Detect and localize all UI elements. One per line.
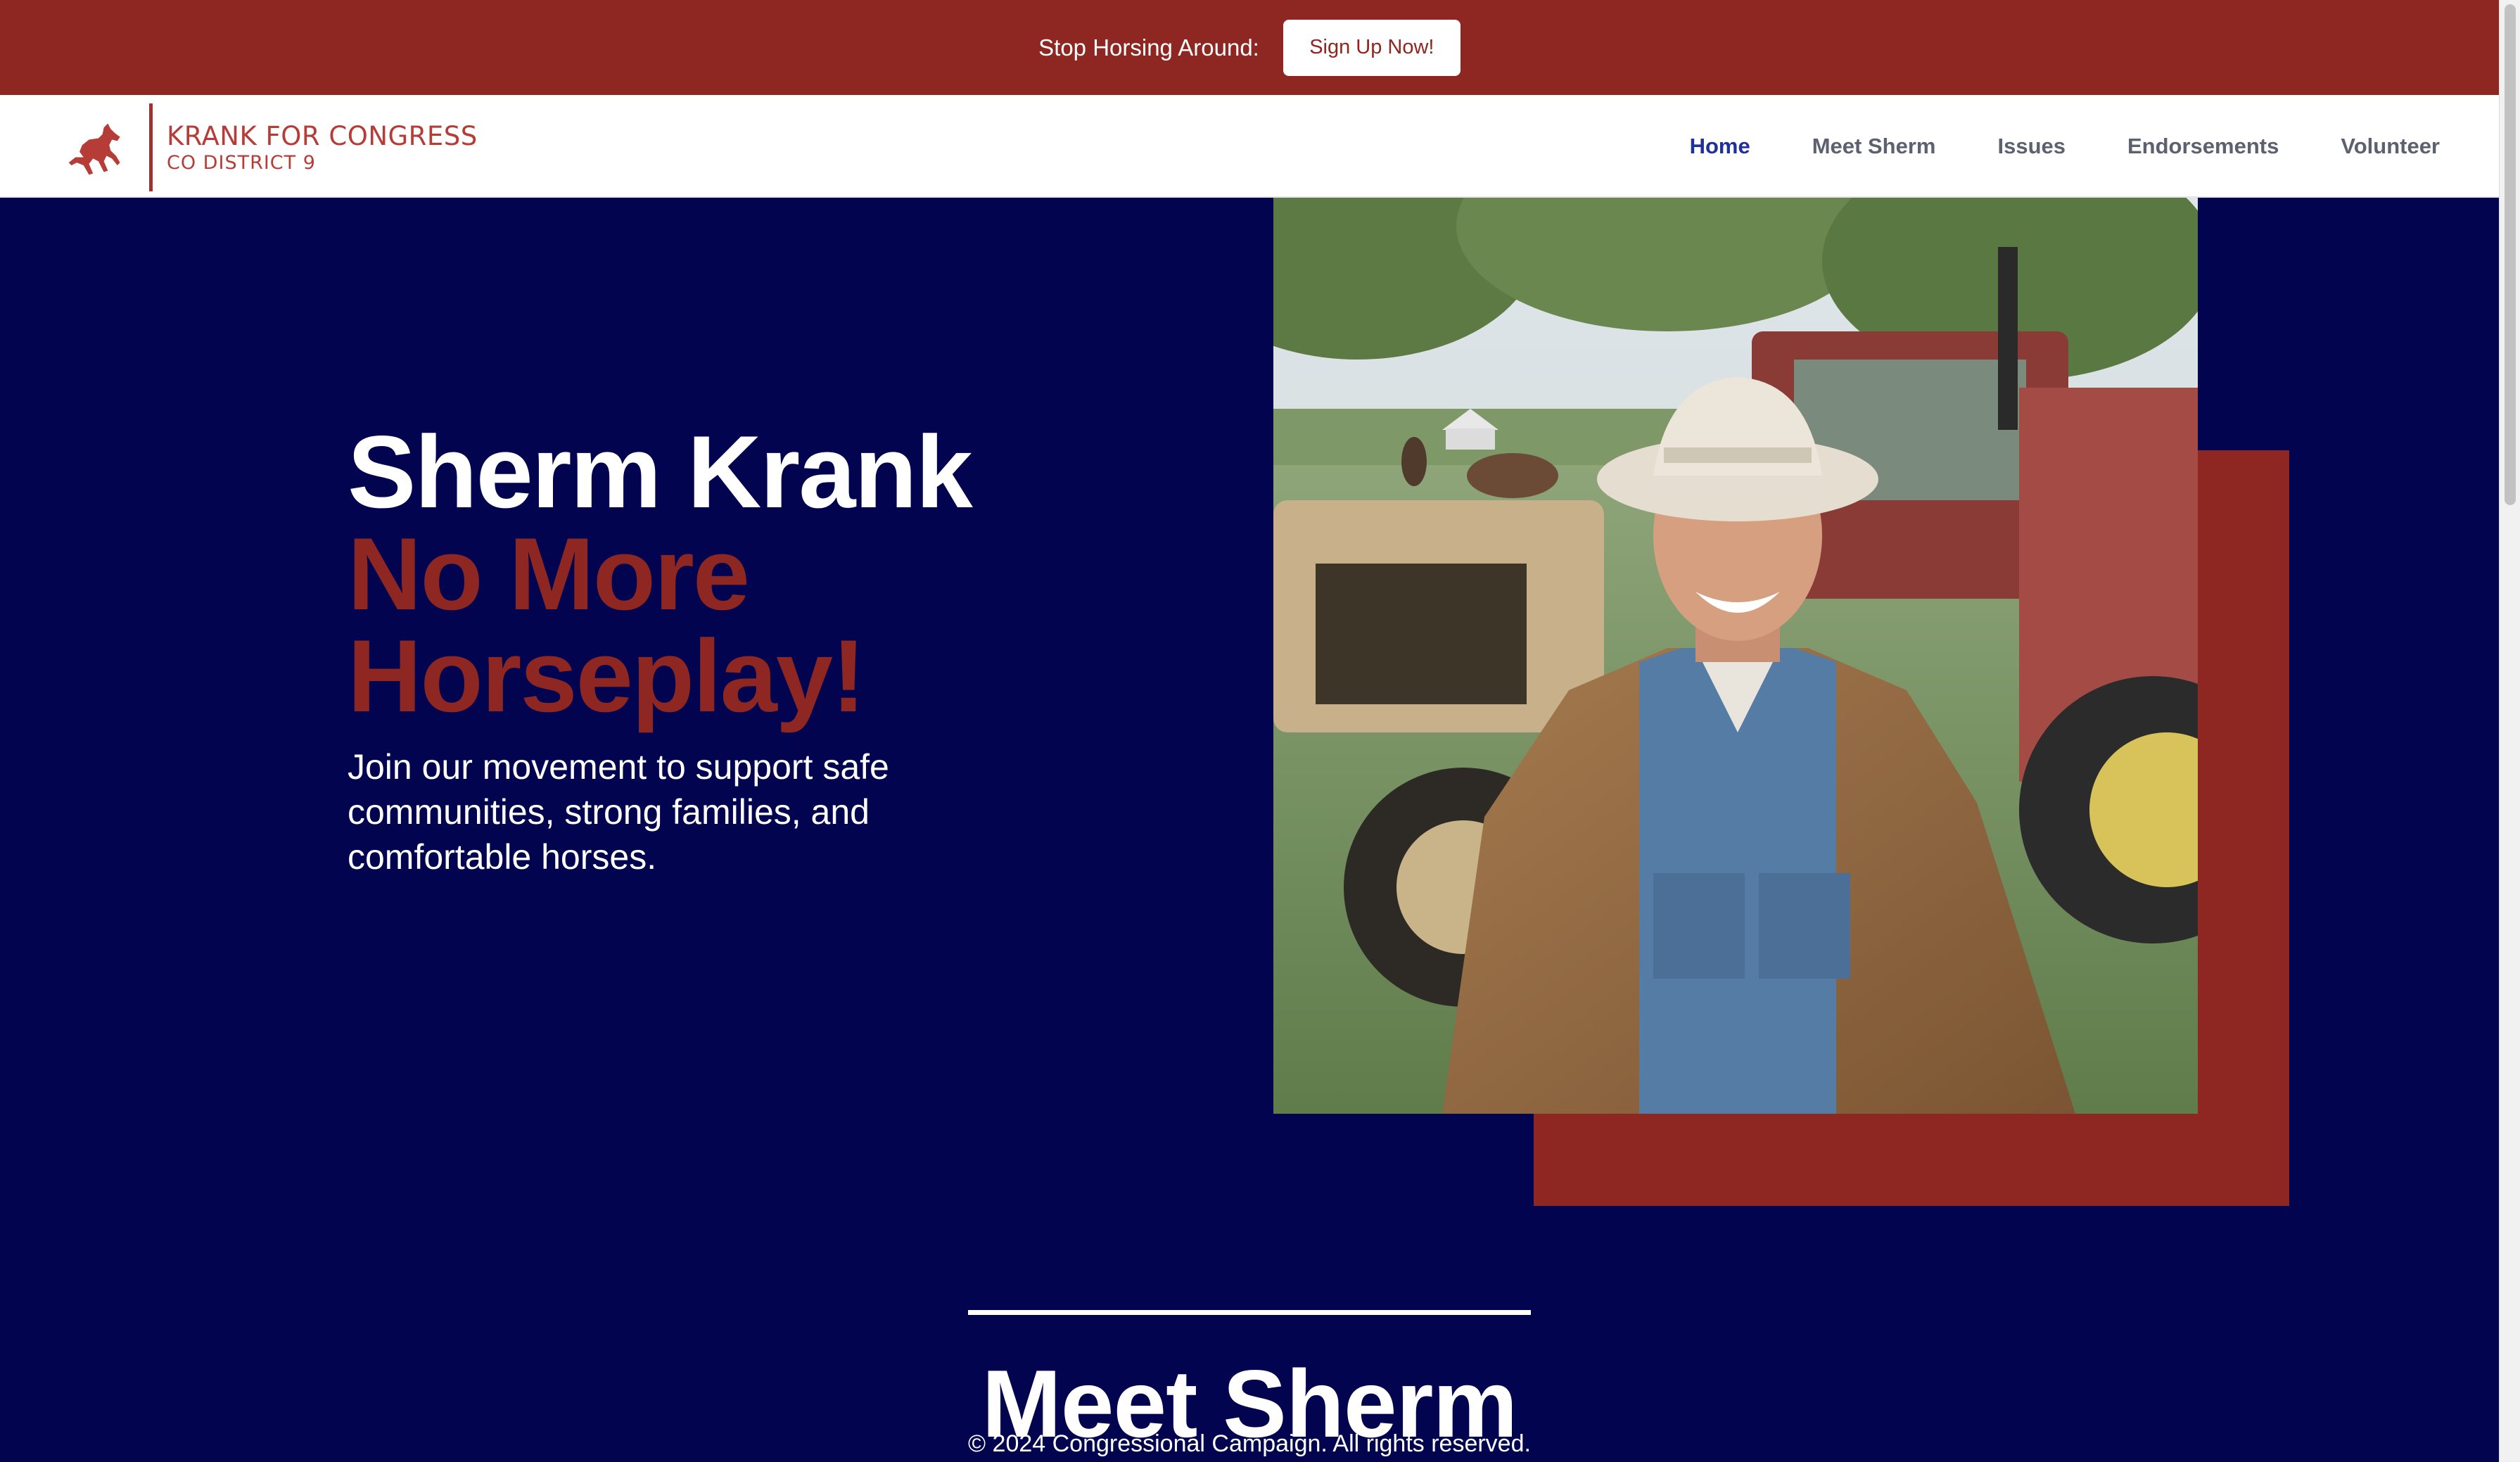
- campaign-logo[interactable]: KRANK FOR CONGRESS CO DISTRICT 9: [63, 103, 478, 191]
- nav-home[interactable]: Home: [1690, 134, 1750, 159]
- logo-subtitle: CO DISTRICT 9: [167, 151, 316, 174]
- section-divider: [968, 1310, 1531, 1315]
- logo-divider: [149, 103, 153, 191]
- candidate-photo-illustration: [1273, 198, 2198, 1114]
- hero-description: Join our movement to support safe commun…: [348, 747, 889, 877]
- nav-endorsements[interactable]: Endorsements: [2127, 134, 2279, 159]
- site-header: KRANK FOR CONGRESS CO DISTRICT 9 Home Me…: [0, 95, 2499, 198]
- logo-title: KRANK FOR CONGRESS: [167, 120, 478, 151]
- horse-icon: [68, 122, 120, 174]
- main-nav: Home Meet Sherm Issues Endorsements Volu…: [1690, 95, 2440, 198]
- hero-slogan-line-2: Horseplay!: [348, 618, 866, 733]
- announcement-text: Stop Horsing Around:: [1038, 34, 1259, 61]
- sign-up-button[interactable]: Sign Up Now!: [1283, 19, 1461, 76]
- nav-volunteer[interactable]: Volunteer: [2341, 134, 2440, 159]
- footer-copyright: © 2024 Congressional Campaign. All right…: [968, 1430, 1531, 1457]
- scrollbar-thumb[interactable]: [2505, 4, 2516, 505]
- candidate-photo: [1273, 198, 2198, 1114]
- hero-title: Sherm Krank No More Horseplay!: [348, 414, 973, 733]
- nav-meet-sherm[interactable]: Meet Sherm: [1812, 134, 1936, 159]
- hero-candidate-name: Sherm Krank: [348, 414, 973, 529]
- page-scrollbar[interactable]: [2499, 0, 2520, 1462]
- logo-text: KRANK FOR CONGRESS CO DISTRICT 9: [167, 123, 478, 172]
- hero-slogan-line-1: No More: [348, 516, 750, 631]
- announcement-bar: Stop Horsing Around: Sign Up Now!: [0, 0, 2499, 95]
- nav-issues[interactable]: Issues: [1997, 134, 2066, 159]
